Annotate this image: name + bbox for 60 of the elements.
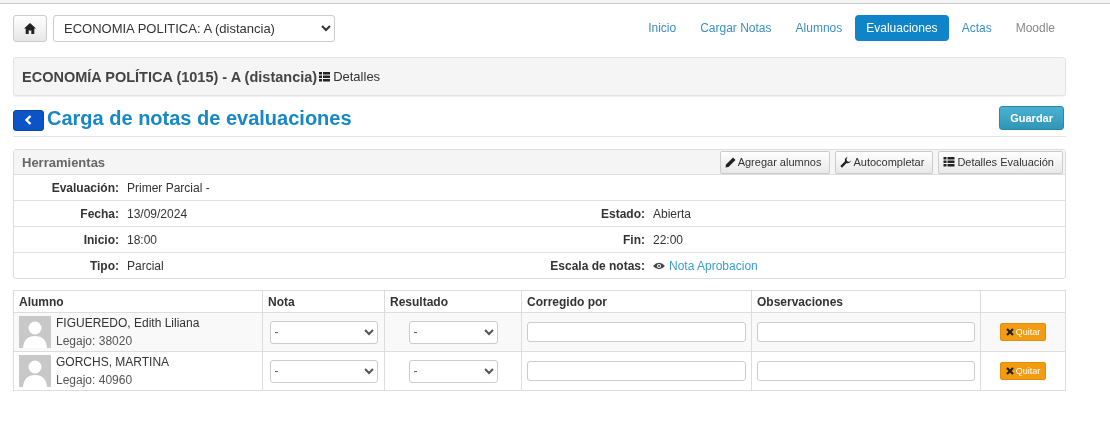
field-value: 22:00 xyxy=(653,232,685,247)
list-icon xyxy=(943,157,956,167)
page-title: Carga de notas de evaluaciones xyxy=(47,106,352,130)
close-icon xyxy=(1005,328,1014,336)
observations-field[interactable] xyxy=(757,322,975,342)
eye-icon xyxy=(653,261,665,270)
column-header: Alumno xyxy=(13,290,263,313)
nav-tab[interactable]: Inicio xyxy=(637,15,688,41)
list-icon xyxy=(319,71,331,82)
corrector-field[interactable] xyxy=(527,322,746,342)
grade-select[interactable]: - xyxy=(269,359,378,383)
field-value: 13/09/2024 xyxy=(127,206,189,221)
nav-tab[interactable]: Evaluaciones xyxy=(855,15,949,41)
column-header: Nota xyxy=(262,290,385,313)
chevron-left-icon xyxy=(25,115,32,125)
field-value: Abierta xyxy=(653,206,693,221)
column-header: Corregido por xyxy=(521,290,752,313)
observations-field[interactable] xyxy=(757,361,975,381)
corrector-field[interactable] xyxy=(527,361,746,381)
column-header: Observaciones xyxy=(751,290,981,313)
field-label: Inicio: xyxy=(82,232,120,247)
result-select[interactable]: - xyxy=(408,359,498,383)
nav-tab[interactable]: Cargar Notas xyxy=(689,15,783,41)
wrench-icon xyxy=(840,156,852,168)
pencil-icon xyxy=(724,156,736,168)
field-value: Parcial xyxy=(127,258,165,273)
student-name: GORCHS, MARTINA xyxy=(56,355,170,369)
course-title: ECONOMÍA POLÍTICA (1015) - A (distancia) xyxy=(22,68,318,85)
remove-button[interactable]: Quitar xyxy=(999,323,1047,341)
nav-tab[interactable]: Alumnos xyxy=(784,15,854,41)
field-label: Evaluación: xyxy=(50,180,120,195)
course-select[interactable]: ECONOMIA POLITICA: A (distancia) xyxy=(53,14,335,42)
result-select[interactable]: - xyxy=(408,320,498,344)
student-name: FIGUEREDO, Edith Liliana xyxy=(56,316,200,330)
details-button[interactable]: Detalles xyxy=(317,67,383,86)
nav-tab[interactable]: Actas xyxy=(950,15,1003,41)
save-button[interactable]: Guardar xyxy=(999,106,1064,130)
remove-button[interactable]: Quitar xyxy=(999,362,1047,380)
grade-select[interactable]: - xyxy=(269,320,378,344)
field-label: Tipo: xyxy=(88,258,120,273)
field-value: Primer Parcial - xyxy=(127,180,211,195)
field-value: 18:00 xyxy=(127,232,159,247)
student-id: Legajo: 40960 xyxy=(56,373,134,387)
field-label: Fecha: xyxy=(79,206,120,221)
home-icon xyxy=(24,22,36,34)
tool-button[interactable]: Detalles Evaluación xyxy=(938,150,1063,174)
avatar-icon xyxy=(19,316,51,348)
home-button[interactable] xyxy=(13,14,47,42)
back-button[interactable] xyxy=(13,109,44,131)
field-label: Escala de notas: xyxy=(549,258,646,273)
avatar-icon xyxy=(19,355,51,387)
scale-link[interactable]: Nota Aprobacion xyxy=(669,258,758,273)
field-label: Fin: xyxy=(622,232,646,247)
student-id: Legajo: 38020 xyxy=(56,334,134,348)
panel-title: Herramientas xyxy=(22,154,106,170)
tool-button[interactable]: Agregar alumnos xyxy=(719,150,831,174)
field-label: Estado: xyxy=(600,206,646,221)
close-icon xyxy=(1005,367,1014,375)
tool-button[interactable]: Autocompletar xyxy=(835,150,934,174)
column-header: Resultado xyxy=(384,290,522,313)
